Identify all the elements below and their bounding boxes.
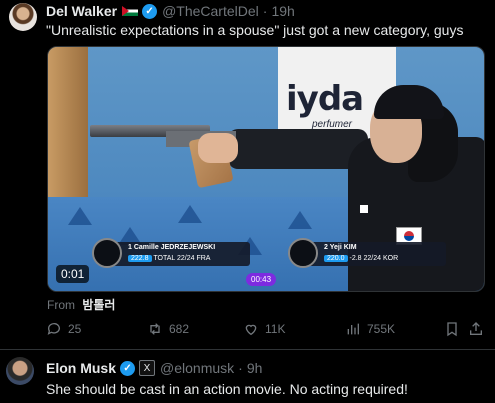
author-handle[interactable]: @TheCartelDel: [162, 3, 259, 19]
like-count: 11K: [265, 322, 286, 336]
shooter-1-shots: 22/24: [176, 255, 195, 262]
tweet-text: She should be cast in an action movie. N…: [46, 381, 408, 397]
shooter-2-score-row: 220.0 -2.8 22/24 KOR: [324, 255, 398, 262]
shooter-1-total-label: TOTAL: [153, 255, 176, 262]
verified-icon: ✓: [120, 360, 136, 376]
author-name[interactable]: Del Walker: [46, 3, 117, 19]
shooter-2-score: 220.0: [324, 255, 348, 262]
shooter-2-shots: 22/24: [363, 255, 382, 262]
avatar[interactable]: [6, 357, 34, 385]
banner-logo-text: iyda: [286, 79, 364, 119]
shooter-2-nation: KOR: [382, 255, 399, 262]
views-count: 755K: [367, 322, 396, 336]
retweet-count: 682: [169, 322, 190, 336]
target-icon: [92, 238, 122, 268]
tweet-text: "Unrealistic expectations in a spouse" j…: [46, 22, 464, 38]
author-name[interactable]: Elon Musk: [46, 360, 116, 376]
separator-dot: ·: [238, 360, 243, 376]
tweet-actions: 25 682 11K 755K: [0, 321, 495, 339]
author-handle[interactable]: @elonmusk: [160, 360, 234, 376]
reply-count: 25: [68, 322, 82, 336]
video-timestamp: 0:01: [56, 265, 90, 283]
target-icon: [288, 238, 318, 268]
verified-icon: ✓: [142, 3, 158, 19]
bookmark-button[interactable]: [444, 321, 466, 337]
avatar[interactable]: [9, 3, 37, 31]
analytics-icon: [347, 323, 359, 335]
shooter-1-name: Camille JEDRZEJEWSKI: [133, 244, 216, 251]
scoreboard-shooter-1: 1 Camille JEDRZEJEWSKI 222.8 TOTAL 22/24…: [92, 238, 250, 268]
flag-icon: [122, 6, 139, 16]
media-source: From 밤톨러: [47, 296, 115, 313]
reply-button[interactable]: 25: [46, 321, 81, 337]
retweet-button[interactable]: 682: [147, 321, 189, 337]
pattern-shape: [68, 207, 92, 225]
jacket-logo: [360, 205, 368, 213]
shooter-2-name: Yeji KIM: [329, 244, 357, 251]
share-button[interactable]: [468, 321, 490, 337]
shooter-1-rank: 1: [128, 244, 132, 251]
timestamp[interactable]: 9h: [247, 360, 263, 376]
share-icon: [470, 322, 482, 335]
retweet-icon: [150, 323, 160, 335]
tweet-header: Elon Musk ✓ X @elonmusk · 9h: [46, 360, 262, 376]
tweet-video[interactable]: iyda perfumer 1 Camille JEDRZEJEWSKI 222…: [47, 46, 485, 292]
timestamp[interactable]: 19h: [271, 3, 294, 19]
from-source-link[interactable]: 밤톨러: [82, 298, 115, 312]
pattern-shape: [288, 211, 312, 229]
shooter-hand: [198, 133, 238, 163]
from-label: From: [47, 298, 75, 312]
shooter-1-score-row: 222.8 TOTAL 22/24 FRA: [128, 255, 210, 262]
x-affiliate-icon: X: [139, 360, 156, 376]
heart-icon: [245, 324, 257, 336]
background-wall: [48, 47, 88, 217]
reply-icon: [47, 323, 60, 335]
scoreboard-shooter-2: 2 Yeji KIM 220.0 -2.8 22/24 KOR: [288, 238, 446, 268]
like-button[interactable]: 11K: [243, 321, 285, 337]
shooter-arm: [228, 129, 368, 169]
shooter-1-score: 222.8: [128, 255, 152, 262]
views-button[interactable]: 755K: [345, 321, 395, 337]
shooter-2-diff: -2.8: [349, 255, 362, 262]
match-timer: 00:43: [246, 273, 277, 286]
shooter-1-nation: FRA: [196, 255, 211, 262]
shooter-2-rank: 2: [324, 244, 328, 251]
separator-dot: ·: [262, 3, 268, 19]
pattern-shape: [178, 205, 202, 223]
shooter-1-name-row: 1 Camille JEDRZEJEWSKI: [128, 244, 215, 251]
tweet-del-walker[interactable]: Del Walker ✓ @TheCartelDel · 19h "Unreal…: [0, 0, 495, 349]
bookmark-icon: [447, 322, 457, 337]
shooter-2-name-row: 2 Yeji KIM: [324, 244, 357, 251]
tweet-header: Del Walker ✓ @TheCartelDel · 19h: [46, 3, 295, 19]
